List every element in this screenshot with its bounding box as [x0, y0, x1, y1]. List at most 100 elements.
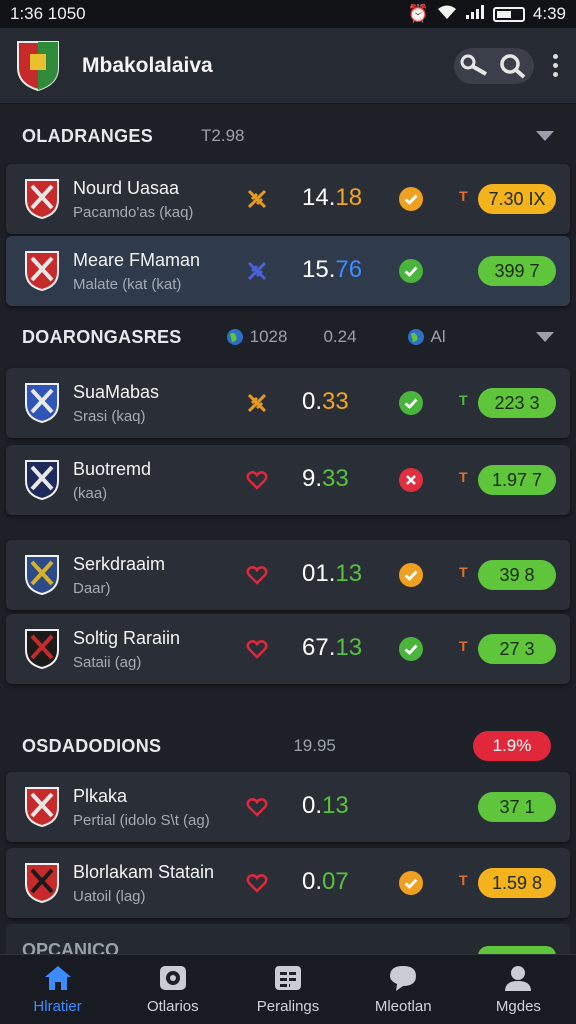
odds-button[interactable]: 399 7 — [478, 256, 556, 286]
match-card[interactable]: SuaMabas Srasi (kaq) 0.33 T 223 3 — [6, 368, 570, 438]
bottom-navigation: Hlratier Otlarios Peralings Mleotlan Mgd… — [0, 954, 576, 1024]
score-minor: 13 — [335, 560, 363, 587]
cross-circle-icon — [399, 468, 423, 492]
chat-icon — [390, 966, 417, 991]
odds-button[interactable]: 27 3 — [478, 634, 556, 664]
heart-icon — [246, 798, 268, 817]
app-logo-icon — [17, 40, 59, 91]
score-minor: 33 — [322, 465, 349, 492]
match-marker — [246, 796, 268, 818]
odds-button[interactable]: 1.97 7 — [478, 465, 556, 495]
team-name: Blorlakam Statain — [73, 862, 215, 882]
odds-button[interactable]: 37 1 — [478, 792, 556, 822]
nav-label: Mleotlan — [374, 998, 432, 1015]
trend-marker: T — [459, 872, 468, 888]
cross-swords-icon — [247, 393, 267, 413]
nav-mgdes[interactable]: Mgdes — [461, 955, 576, 1024]
live-badge: 1.9% — [473, 731, 551, 761]
status-indicator — [399, 259, 423, 283]
match-card[interactable]: Serkdraaim Daar) 01.13 T 39 8 — [6, 540, 570, 610]
score-major: 15. — [302, 256, 336, 283]
score: 15.76 — [302, 256, 372, 284]
battery-icon — [492, 6, 525, 22]
match-marker — [246, 260, 268, 282]
match-card[interactable]: Soltig Raraiin Sataii (ag) 67.13 T 27 3 — [6, 614, 570, 684]
section-header[interactable]: OLADRANGES T2.98 — [0, 108, 576, 164]
section-meta: 1028 — [249, 327, 288, 346]
nav-label: Hlratier — [33, 998, 82, 1015]
heart-icon — [246, 640, 268, 659]
camera-icon — [159, 966, 186, 990]
score-major: 0. — [302, 388, 323, 415]
nav-label: Otlarios — [146, 998, 199, 1015]
section-meta: 19.95 — [293, 736, 336, 755]
odds-button[interactable]: 223 3 — [478, 388, 556, 418]
match-card[interactable]: Nourd Uasaa Pacamdo'as (kaq) 14.18 T 7.30 IX — [6, 164, 570, 234]
status-time: 1:36 1050 — [10, 4, 86, 23]
team-subtitle: Srasi (kaq) — [73, 408, 146, 425]
signal-icon — [465, 4, 485, 25]
match-card[interactable]: Blorlakam Statain Uatoil (lag) 0.07 T 1.59 8 — [6, 848, 570, 918]
score-minor: 07 — [322, 868, 349, 895]
match-marker — [246, 872, 268, 894]
score-major: 01. — [302, 560, 336, 587]
match-marker — [246, 638, 268, 660]
score: 14.18 — [302, 184, 372, 212]
nav-mleotlan[interactable]: Mleotlan — [346, 955, 461, 1024]
team-subtitle: Sataii (ag) — [73, 654, 142, 671]
score: 01.13 — [302, 560, 372, 588]
search-button[interactable] — [454, 47, 534, 84]
heart-icon — [246, 471, 268, 490]
score: 0.07 — [302, 868, 372, 896]
status-indicator — [399, 468, 423, 492]
team-name: Buotremd — [73, 459, 152, 479]
odds-button[interactable]: 1.59 8 — [478, 868, 556, 898]
section-header[interactable]: OSDADODIONS 19.95 1.9% — [0, 718, 576, 774]
team-subtitle: (kaa) — [73, 485, 108, 502]
score-major: 9. — [302, 465, 323, 492]
chevron-down-icon[interactable] — [536, 131, 554, 141]
more-menu-button[interactable] — [550, 54, 560, 77]
wifi-icon — [437, 4, 457, 25]
team-name: Nourd Uasaa — [73, 178, 180, 198]
heart-icon — [246, 874, 268, 893]
team-name: Meare FMaman — [73, 250, 201, 270]
trend-marker: T — [459, 564, 468, 580]
chevron-down-icon[interactable] — [536, 332, 554, 342]
team-crest-icon — [25, 251, 59, 292]
team-crest-icon — [25, 460, 59, 501]
battery-text: 4:39 — [532, 4, 566, 23]
section-header[interactable]: DOARONGASRES 1028 0.24 Al — [0, 309, 576, 365]
nav-otlarios[interactable]: Otlarios — [115, 955, 230, 1024]
match-marker — [246, 392, 268, 414]
status-indicator — [399, 391, 423, 415]
search-icon — [500, 53, 526, 79]
partial-section: OPCANICO — [6, 924, 570, 958]
odds-button[interactable]: 7.30 IX — [478, 184, 556, 214]
app-title: Mbakolalaiva — [82, 53, 213, 77]
match-card[interactable]: Buotremd (kaa) 9.33 T 1.97 7 — [6, 445, 570, 515]
section-meta: 0.24 — [323, 327, 357, 346]
check-circle-icon — [399, 259, 423, 283]
status-indicator — [399, 637, 423, 661]
check-circle-icon — [399, 637, 423, 661]
match-card[interactable]: Plkaka Pertial (idolo S\t (ag) 0.13 37 1 — [6, 772, 570, 842]
section-title: OSDADODIONS — [22, 735, 162, 756]
score-minor: 76 — [335, 256, 363, 283]
status-indicator — [399, 187, 423, 211]
check-circle-icon — [399, 391, 423, 415]
score-major: 0. — [302, 792, 323, 819]
team-name: Plkaka — [73, 786, 128, 806]
match-card[interactable]: Meare FMaman Malate (kat (kat) 15.76 399 7 — [6, 236, 570, 306]
team-crest-icon — [25, 629, 59, 670]
trend-marker: T — [459, 638, 468, 654]
team-name: SuaMabas — [73, 382, 160, 402]
odds-button[interactable]: 39 8 — [478, 560, 556, 590]
nav-home[interactable]: Hlratier — [0, 955, 115, 1024]
section-title: OLADRANGES — [22, 125, 154, 146]
score-minor: 13 — [322, 792, 349, 819]
nav-peralings[interactable]: Peralings — [230, 955, 345, 1024]
alarm-icon: ⏰ — [407, 4, 429, 23]
key-icon — [460, 54, 487, 76]
section-meta: T2.98 — [201, 126, 245, 145]
